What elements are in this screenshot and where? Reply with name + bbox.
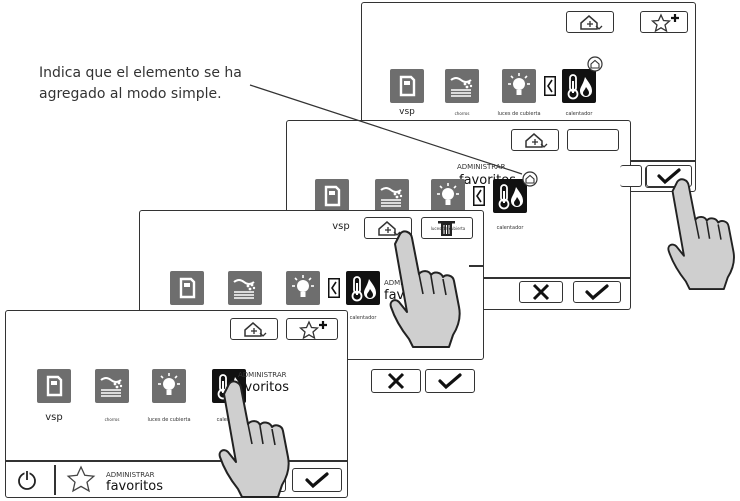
callout-leader-line — [249, 84, 523, 175]
